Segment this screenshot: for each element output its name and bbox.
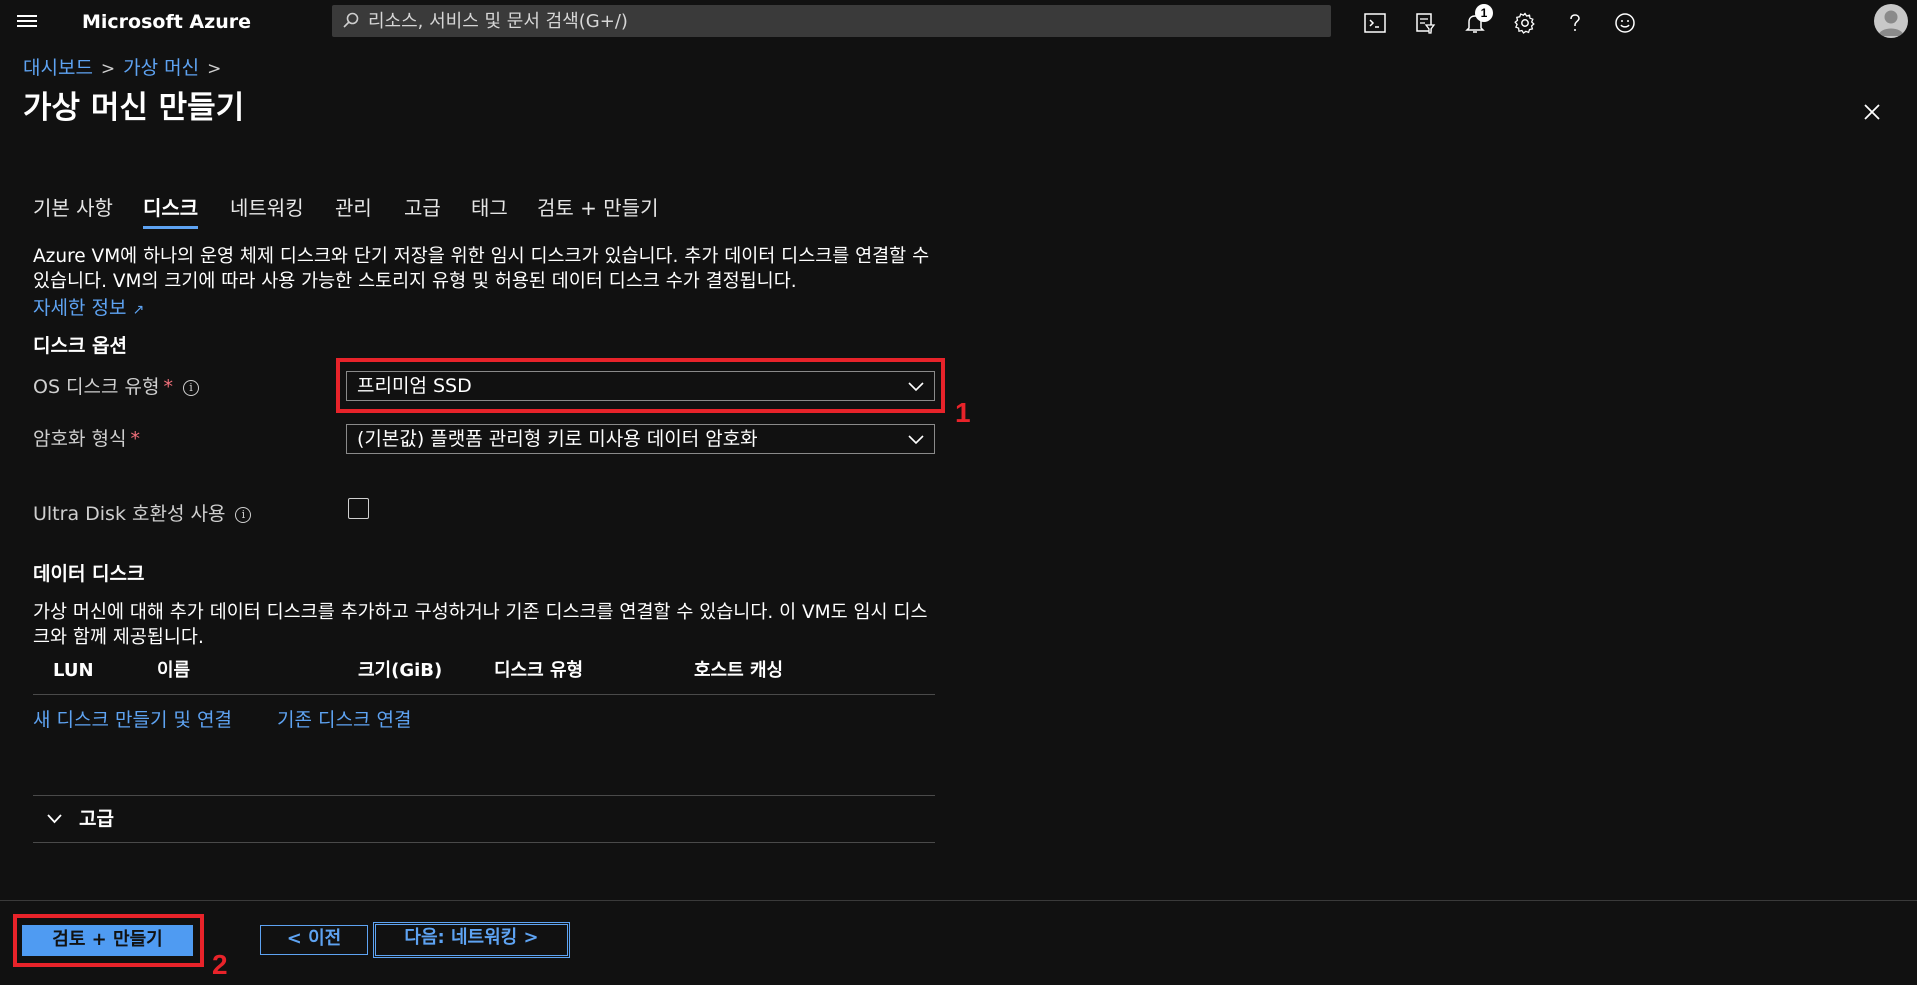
column-header-name[interactable]: 이름 [157,659,190,683]
next-networking-button[interactable]: 다음: 네트워킹 > [373,922,570,958]
tab-basics[interactable]: 기본 사항 [33,194,113,222]
tab-management[interactable]: 관리 [335,194,372,222]
notification-badge: 1 [1475,4,1493,22]
search-icon [343,12,359,28]
disk-options-title: 디스크 옵션 [33,335,128,357]
external-link-icon: ↗ [132,302,145,318]
info-icon[interactable]: i [235,506,252,523]
menu-icon[interactable] [16,12,38,34]
previous-button[interactable]: < 이전 [260,925,368,955]
tab-disks[interactable]: 디스크 [143,194,198,222]
settings-icon[interactable] [1509,7,1541,39]
advanced-section-label: 고급 [79,808,114,830]
tab-review-create[interactable]: 검토 + 만들기 [537,194,658,222]
highlight-box-review-create [13,914,204,967]
notification-icon[interactable]: 1 [1459,4,1493,39]
data-disks-description: 가상 머신에 대해 추가 데이터 디스크를 추가하고 구성하거나 기존 디스크를… [33,602,928,648]
learn-more-label: 자세한 정보 [33,297,127,319]
data-disks-title: 데이터 디스크 [33,563,145,585]
column-header-lun[interactable]: LUN [53,659,94,683]
required-mark: * [163,376,174,398]
os-disk-type-label: OS 디스크 유형 * i [33,375,199,399]
encryption-type-label-text: 암호화 형식 [33,428,127,450]
breadcrumb-separator: > [100,59,116,79]
help-icon[interactable] [1559,7,1591,39]
advanced-section-toggle[interactable]: 고급 [33,795,935,843]
ultra-disk-label-text: Ultra Disk 호환성 사용 [33,503,226,525]
os-disk-type-label-text: OS 디스크 유형 [33,376,160,398]
step-marker-2: 2 [212,949,228,980]
column-header-size[interactable]: 크기(GiB) [358,659,442,683]
ultra-disk-label: Ultra Disk 호환성 사용 i [33,502,252,526]
breadcrumb-dashboard[interactable]: 대시보드 [23,57,93,79]
feedback-icon[interactable] [1609,7,1641,39]
attach-existing-disk-link[interactable]: 기존 디스크 연결 [277,708,411,732]
column-header-host-caching[interactable]: 호스트 캐싱 [694,659,783,683]
tab-advanced[interactable]: 고급 [404,194,441,222]
tab-tags[interactable]: 태그 [471,194,508,222]
learn-more-link[interactable]: 자세한 정보 ↗ [33,296,144,322]
close-icon[interactable] [1860,100,1884,124]
disks-intro-text: Azure VM에 하나의 운영 체제 디스크와 단기 저장을 위한 임시 디스… [33,246,930,292]
search-input[interactable] [368,5,1318,37]
page-title: 가상 머신 만들기 [23,90,245,126]
create-attach-disk-link[interactable]: 새 디스크 만들기 및 연결 [33,708,232,732]
chevron-down-icon [908,435,924,445]
avatar[interactable] [1874,4,1908,38]
ultra-disk-checkbox[interactable] [348,498,369,519]
table-divider [33,694,935,695]
column-header-disk-type[interactable]: 디스크 유형 [494,659,583,683]
brand-title[interactable]: Microsoft Azure [82,9,251,35]
encryption-type-dropdown[interactable]: (기본값) 플랫폼 관리형 키로 미사용 데이터 암호화 [346,424,935,454]
highlight-box-os-disk-type [336,358,945,413]
global-search[interactable] [332,5,1331,37]
step-marker-1: 1 [955,397,971,428]
encryption-type-label: 암호화 형식 * [33,427,140,451]
breadcrumb: 대시보드 > 가상 머신 > [23,56,229,81]
active-tab-indicator [143,226,198,229]
cloud-shell-icon[interactable] [1359,7,1391,39]
tab-networking[interactable]: 네트워킹 [230,194,304,222]
encryption-type-value: (기본값) 플랫폼 관리형 키로 미사용 데이터 암호화 [357,428,758,450]
breadcrumb-separator: > [207,59,222,79]
info-icon[interactable]: i [183,379,199,396]
directory-filter-icon[interactable] [1409,7,1441,39]
required-mark: * [130,428,140,450]
footer-divider [0,900,1917,901]
breadcrumb-virtual-machines[interactable]: 가상 머신 [123,57,199,79]
top-bar: Microsoft Azure 1 [0,0,1917,46]
chevron-down-icon [47,814,62,824]
